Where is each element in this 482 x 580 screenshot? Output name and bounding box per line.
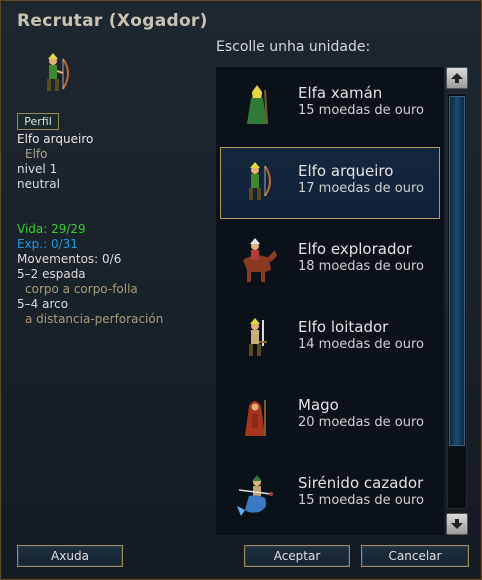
unit-name: Elfo arqueiro: [298, 162, 394, 180]
arrow-up-icon: [451, 73, 463, 83]
unit-xp: Exp.: 0/31: [17, 237, 78, 251]
dialog-title: Recrutar (Xogador): [17, 11, 208, 31]
unit-race: Elfo: [25, 147, 48, 161]
elvish-archer-icon: [235, 160, 279, 206]
unit-list-item[interactable]: Mago 20 moedas de ouro: [220, 381, 440, 453]
unit-level: nivel 1: [17, 162, 58, 176]
unit-alignment: neutral: [17, 177, 60, 191]
profile-button[interactable]: Perfil: [17, 113, 59, 130]
unit-hp: Vida: 29/29: [17, 222, 86, 236]
scroll-up-button[interactable]: [446, 67, 468, 89]
unit-cost: 18 moedas de ouro: [298, 259, 425, 274]
unit-list-item[interactable]: Elfo explorador 18 moedas de ouro: [220, 225, 440, 297]
unit-name: Mago: [298, 396, 339, 414]
elvish-fighter-icon: [235, 316, 279, 362]
recruit-dialog: Recrutar (Xogador) Perfil Elfo arqueiro …: [0, 0, 482, 580]
unit-name: Elfo explorador: [298, 240, 412, 258]
unit-moves: Movementos: 0/6: [17, 252, 122, 266]
cancel-button[interactable]: Cancelar: [361, 545, 469, 567]
unit-list-heading: Escolle unha unidade:: [216, 39, 371, 55]
elvish-shaman-icon: [235, 82, 279, 128]
unit-cost: 17 moedas de ouro: [298, 181, 425, 196]
unit-cost: 15 moedas de ouro: [298, 493, 425, 508]
attack-2-name: 5–4 arco: [17, 297, 69, 311]
scroll-thumb[interactable]: [449, 96, 465, 446]
mage-icon: [235, 394, 279, 440]
unit-list-item-selected[interactable]: Elfo arqueiro 17 moedas de ouro: [220, 147, 440, 219]
attack-1-detail: corpo a corpo-folla: [25, 282, 138, 296]
unit-cost: 15 moedas de ouro: [298, 103, 425, 118]
unit-name: Sirénido cazador: [298, 474, 424, 492]
unit-list: Elfa xamán 15 moedas de ouro Elfo arquei…: [216, 67, 444, 535]
attack-1-name: 5–2 espada: [17, 267, 86, 281]
unit-name: Elfo loitador: [298, 318, 389, 336]
scroll-track[interactable]: [447, 93, 467, 509]
unit-type: Elfo arqueiro: [17, 132, 94, 146]
unit-list-scrollbar[interactable]: [446, 67, 470, 535]
unit-stats: Elfo arqueiro Elfo nivel 1 neutral Vida:…: [17, 132, 163, 327]
unit-list-item[interactable]: Elfo loitador 14 moedas de ouro: [220, 303, 440, 375]
ok-button[interactable]: Aceptar: [244, 545, 350, 567]
unit-cost: 20 moedas de ouro: [298, 415, 425, 430]
merman-hunter-icon: [235, 472, 279, 518]
elvish-scout-icon: [235, 238, 279, 284]
unit-cost: 14 moedas de ouro: [298, 337, 425, 352]
unit-portrait: [31, 51, 79, 99]
unit-list-item[interactable]: Sirénido cazador 15 moedas de ouro: [220, 459, 440, 531]
unit-name: Elfa xamán: [298, 84, 383, 102]
unit-list-item[interactable]: Elfa xamán 15 moedas de ouro: [220, 69, 440, 141]
arrow-down-icon: [451, 519, 463, 529]
scroll-down-button[interactable]: [446, 513, 468, 535]
help-button[interactable]: Axuda: [17, 545, 123, 567]
attack-2-detail: a distancia-perforación: [25, 312, 164, 326]
